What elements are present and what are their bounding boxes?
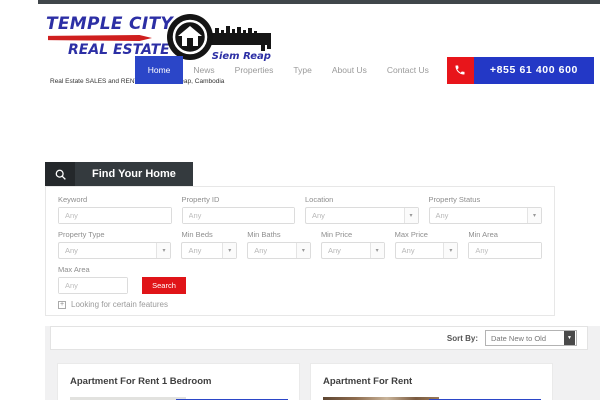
property-id-label: Property ID xyxy=(181,195,220,204)
nav-item-news[interactable]: News xyxy=(183,56,224,84)
phone-icon xyxy=(446,56,474,84)
sort-by-label: Sort By: xyxy=(446,333,478,343)
listing-card[interactable]: Apartment For Rent $300 per month xyxy=(310,363,553,400)
main-nav: Home News Properties Type About Us Conta… xyxy=(134,56,594,84)
min-beds-select[interactable]: Any ▾ xyxy=(181,242,238,259)
search-icon xyxy=(45,162,75,186)
sort-select[interactable]: Date New to Old ▼ xyxy=(485,330,577,346)
max-area-label: Max Area xyxy=(58,265,90,274)
search-panel-title: Find Your Home xyxy=(75,162,193,186)
keyword-label: Keyword xyxy=(58,195,88,204)
property-status-select-value: Any xyxy=(435,211,449,220)
logo-title-line1: Temple City xyxy=(46,14,173,34)
phone-button[interactable]: +855 61 400 600 xyxy=(446,56,594,84)
phone-number: +855 61 400 600 xyxy=(473,56,594,84)
features-toggle[interactable]: + Looking for certain features xyxy=(58,300,542,309)
property-type-select[interactable]: Any ▾ xyxy=(58,242,172,259)
nav-item-about-us[interactable]: About Us xyxy=(322,56,377,84)
site-header: Temple City Real Estate xyxy=(38,4,600,96)
chevron-down-icon: ▾ xyxy=(222,243,237,258)
property-type-select-value: Any xyxy=(65,246,78,255)
nav-item-type[interactable]: Type xyxy=(283,56,321,84)
property-id-input[interactable] xyxy=(182,208,294,223)
nav-item-properties[interactable]: Properties xyxy=(225,56,284,84)
sort-select-value: Date New to Old xyxy=(491,333,547,343)
search-row-1: Keyword Property ID Location Any ▾ Prope… xyxy=(58,195,542,224)
page-container: Temple City Real Estate xyxy=(38,0,600,400)
chevron-down-icon: ▾ xyxy=(527,208,541,223)
min-area-input[interactable] xyxy=(469,243,541,258)
min-price-select-value: Any xyxy=(327,246,341,255)
min-beds-select-value: Any xyxy=(188,246,202,255)
min-baths-select[interactable]: Any ▾ xyxy=(247,242,311,259)
location-select-value: Any xyxy=(312,211,325,220)
search-row-2: Property Type Any ▾ Min Beds Any ▾ Min B… xyxy=(58,230,542,259)
sort-bar: Sort By: Date New to Old ▼ xyxy=(50,326,588,350)
search-panel-header: Find Your Home xyxy=(45,162,193,186)
logo-arrow-shape xyxy=(48,35,152,41)
property-status-select[interactable]: Any ▾ xyxy=(428,207,542,224)
min-baths-select-value: Any xyxy=(254,246,268,255)
max-price-label: Max Price xyxy=(394,230,428,239)
chevron-down-icon: ▾ xyxy=(403,208,418,223)
search-row-3: Max Area Search xyxy=(58,265,542,294)
chevron-down-icon: ▼ xyxy=(564,331,575,345)
max-price-select-value: Any xyxy=(401,246,415,255)
chevron-down-icon: ▾ xyxy=(443,243,458,258)
search-button[interactable]: Search xyxy=(142,277,186,294)
chevron-down-icon: ▾ xyxy=(369,243,384,258)
location-label: Location xyxy=(305,195,334,204)
listing-title[interactable]: Apartment For Rent xyxy=(323,376,540,387)
features-toggle-label: Looking for certain features xyxy=(71,300,168,309)
property-type-label: Property Type xyxy=(58,230,105,239)
min-area-label: Min Area xyxy=(468,230,498,239)
min-price-label: Min Price xyxy=(320,230,353,239)
location-select[interactable]: Any ▾ xyxy=(305,207,419,224)
listing-card[interactable]: Apartment For Rent 1 Bedroom $300 per mo… xyxy=(57,363,300,400)
listings-grid: Apartment For Rent 1 Bedroom $300 per mo… xyxy=(57,363,588,400)
listing-title[interactable]: Apartment For Rent 1 Bedroom xyxy=(70,376,287,387)
min-price-select[interactable]: Any ▾ xyxy=(320,242,385,259)
chevron-down-icon: ▾ xyxy=(156,243,171,258)
property-search-form: Keyword Property ID Location Any ▾ Prope… xyxy=(45,186,555,316)
min-baths-label: Min Baths xyxy=(247,230,281,239)
nav-item-home[interactable]: Home xyxy=(134,56,184,84)
chevron-down-icon: ▾ xyxy=(295,243,310,258)
keyword-input[interactable] xyxy=(59,208,171,223)
max-area-input[interactable] xyxy=(59,278,127,293)
max-price-select[interactable]: Any ▾ xyxy=(394,242,459,259)
nav-item-contact-us[interactable]: Contact Us xyxy=(377,56,439,84)
plus-icon: + xyxy=(58,300,66,309)
property-status-label: Property Status xyxy=(428,195,481,204)
min-beds-label: Min Beds xyxy=(181,230,213,239)
results-section: Sort By: Date New to Old ▼ Apartment For… xyxy=(45,326,600,400)
